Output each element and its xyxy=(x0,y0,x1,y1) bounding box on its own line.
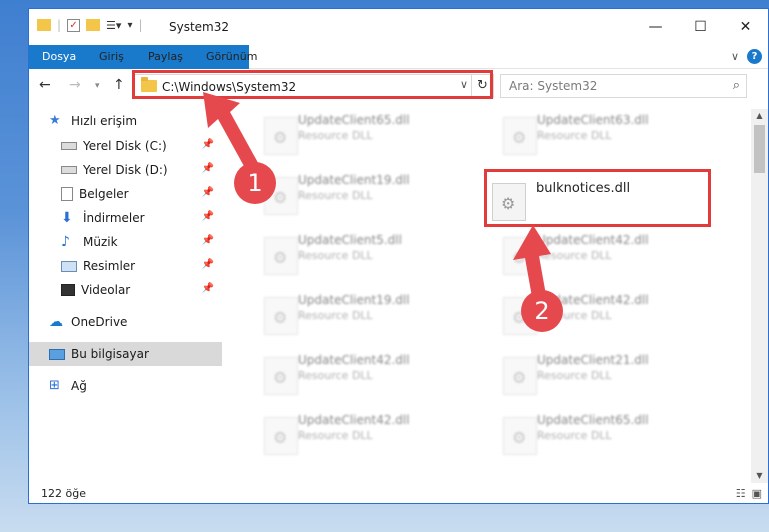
step-badge-2: 2 xyxy=(521,290,563,332)
step-badge-1: 1 xyxy=(234,162,276,204)
annotation-arrows xyxy=(203,92,551,297)
arrow-2-icon xyxy=(513,225,551,297)
